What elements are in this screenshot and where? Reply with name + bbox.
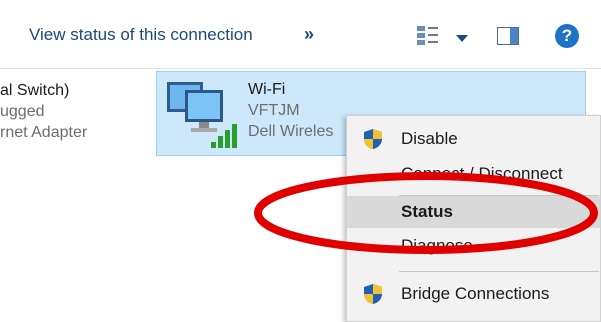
adapter-name: al Switch): [0, 82, 70, 99]
menu-item-label: Bridge Connections: [401, 284, 550, 303]
change-view-icon[interactable]: [417, 26, 439, 51]
preview-pane-icon[interactable]: [497, 27, 519, 50]
command-bar: View status of this connection » ?: [0, 0, 601, 68]
toolbar-divider: [0, 68, 601, 69]
menu-item-disable[interactable]: Disable: [347, 123, 600, 155]
adapter-name: Wi-Fi: [248, 81, 286, 98]
wifi-network-adapter-icon: [165, 78, 247, 155]
adapter-device: rnet Adapter: [0, 124, 88, 141]
ethernet-adapter-tile[interactable]: al Switch) ugged rnet Adapter: [0, 80, 150, 143]
menu-item-bridge-connections[interactable]: Bridge Connections: [347, 278, 600, 310]
uac-shield-icon: [363, 128, 383, 155]
menu-item-label: Disable: [401, 129, 458, 148]
uac-shield-icon: [363, 283, 383, 310]
adapter-status: ugged: [0, 103, 45, 120]
adapter-device: Dell Wireles: [248, 123, 334, 140]
help-icon[interactable]: ?: [555, 24, 579, 48]
more-commands-chevron-icon[interactable]: »: [304, 24, 314, 45]
adapter-status: VFTJM: [248, 102, 300, 119]
red-highlight-ellipse: [250, 170, 600, 265]
menu-separator: [399, 271, 599, 272]
view-status-button[interactable]: View status of this connection: [29, 25, 253, 45]
dropdown-arrow-icon[interactable]: [456, 30, 468, 48]
